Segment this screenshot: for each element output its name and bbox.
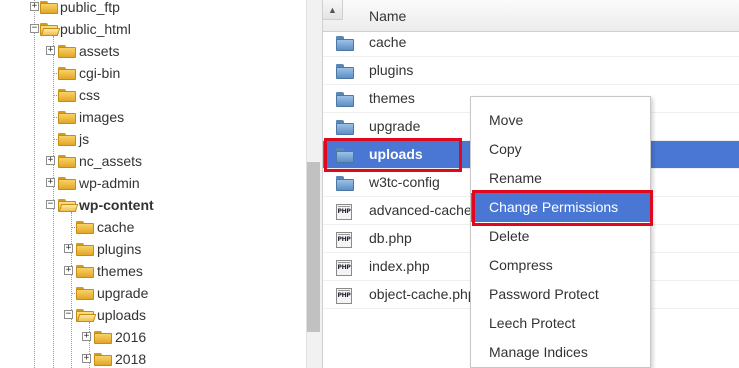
tree-item-label: upgrade [97,285,149,301]
folder-icon [76,220,94,234]
tree-item-label: wp-admin [79,175,140,191]
file-name: plugins [369,62,414,78]
tree-item-label: public_ftp [60,0,120,15]
folder-icon [58,176,76,190]
menu-item-copy[interactable]: Copy [471,135,650,164]
tree-item-label: 2016 [115,329,147,345]
tree-item-assets[interactable]: + assets [0,40,300,62]
directory-tree: + public_ftp − public_html + assets cgi-… [0,0,306,368]
php-file-icon: PHP [336,232,352,248]
tree-item-css[interactable]: css [0,84,300,106]
folder-icon [58,110,76,124]
file-name: themes [369,90,415,106]
tree-item-label: css [79,87,100,103]
folder-icon [94,330,112,344]
menu-item-manage-indices[interactable]: Manage Indices [471,338,650,367]
expand-icon[interactable]: + [64,244,73,253]
collapse-icon[interactable]: − [64,310,73,319]
expand-icon[interactable]: + [46,46,55,55]
tree-item-plugins[interactable]: + plugins [0,238,300,260]
tree-item-uploads[interactable]: − uploads [0,304,300,326]
php-file-icon: PHP [336,288,352,304]
triangle-up-icon[interactable]: ▲ [323,0,343,20]
tree-item-label: plugins [97,241,142,257]
file-list-header: ▲ Name [323,0,739,32]
tree-item-upgrade[interactable]: upgrade [0,282,300,304]
folder-icon [76,264,94,278]
folder-icon [76,242,94,256]
file-row-plugins[interactable]: plugins [323,57,739,85]
tree-item-public-ftp[interactable]: + public_ftp [0,0,300,18]
tree-item-label: themes [97,263,143,279]
tree-item-images[interactable]: images [0,106,300,128]
tree-item-2018[interactable]: + 2018 [0,348,300,368]
folder-icon [58,132,76,146]
folder-icon [58,66,76,80]
tree-item-themes[interactable]: + themes [0,260,300,282]
folder-icon [336,64,354,79]
tree-item-label: 2018 [115,351,147,367]
expand-icon[interactable]: + [30,2,39,11]
folder-icon [336,120,354,135]
folder-icon [336,36,354,51]
file-name: object-cache.php [369,286,476,302]
folder-icon [336,176,354,191]
folder-icon [58,154,76,168]
php-file-icon: PHP [336,204,352,220]
tree-scrollbar-thumb[interactable] [307,162,320,332]
collapse-icon[interactable]: − [30,24,39,33]
file-name: w3tc-config [369,174,440,190]
menu-item-rename[interactable]: Rename [471,164,650,193]
expand-icon[interactable]: + [82,332,91,341]
tree-item-wp-content[interactable]: − wp-content [0,194,300,216]
file-name: index.php [369,258,430,274]
uploads-highlight-box [324,138,462,172]
tree-item-cgi-bin[interactable]: cgi-bin [0,62,300,84]
tree-item-cache[interactable]: cache [0,216,300,238]
folder-icon [76,286,94,300]
tree-item-label: nc_assets [79,153,143,169]
menu-item-password-protect[interactable]: Password Protect [471,280,650,309]
tree-item-nc-assets[interactable]: + nc_assets [0,150,300,172]
tree-item-js[interactable]: js [0,128,300,150]
menu-item-compress[interactable]: Compress [471,251,650,280]
tree-item-label: cache [97,219,135,235]
file-name: upgrade [369,118,421,134]
folder-icon [58,44,76,58]
folder-icon [58,88,76,102]
tree-item-label: images [79,109,125,125]
expand-icon[interactable]: + [64,266,73,275]
tree-item-label: assets [79,43,120,59]
open-folder-icon [58,198,79,212]
tree-item-2016[interactable]: + 2016 [0,326,300,348]
file-name: db.php [369,230,412,246]
expand-icon[interactable]: + [46,178,55,187]
folder-icon [94,352,112,366]
tree-item-label: public_html [60,21,131,37]
menu-item-move[interactable]: Move [471,106,650,135]
menu-item-leech-protect[interactable]: Leech Protect [471,309,650,338]
tree-item-wp-admin[interactable]: + wp-admin [0,172,300,194]
expand-icon[interactable]: + [82,354,91,363]
change-permissions-highlight-box [472,190,653,226]
file-name: cache [369,34,407,50]
tree-item-label: uploads [97,307,147,323]
folder-icon [336,92,354,107]
php-file-icon: PHP [336,260,352,276]
expand-icon[interactable]: + [46,156,55,165]
folder-icon [40,0,58,14]
menu-item-delete[interactable]: Delete [471,222,650,251]
open-folder-icon [40,22,61,36]
tree-item-label: wp-content [79,197,154,213]
file-row-cache[interactable]: cache [323,29,739,57]
collapse-icon[interactable]: − [46,200,55,209]
open-folder-icon [76,308,97,322]
tree-item-label: js [79,131,90,147]
column-header-name[interactable]: Name [369,8,406,24]
context-menu: Move Copy Rename Change Permissions Dele… [470,96,651,368]
tree-item-label: cgi-bin [79,65,121,81]
tree-item-public-html[interactable]: − public_html [0,18,300,40]
